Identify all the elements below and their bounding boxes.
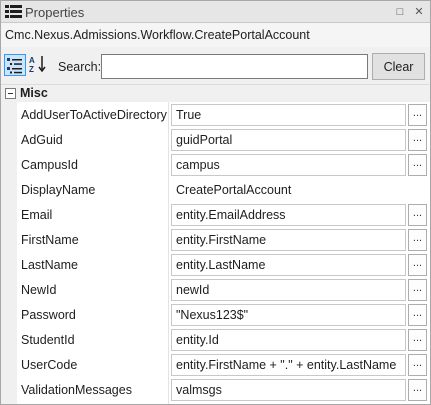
property-row[interactable]: Email entity.EmailAddress ...: [1, 202, 430, 227]
ellipsis-button[interactable]: ...: [408, 254, 427, 276]
svg-text:A: A: [29, 56, 35, 65]
property-name: FirstName: [21, 233, 79, 247]
ellipsis-button[interactable]: ...: [408, 154, 427, 176]
selected-object-name: Cmc.Nexus.Admissions.Workflow.CreatePort…: [5, 28, 310, 42]
property-name: ValidationMessages: [21, 383, 132, 397]
property-row[interactable]: CampusId campus ...: [1, 152, 430, 177]
search-label: Search:: [58, 60, 102, 74]
title-bar[interactable]: Properties □ ✕: [1, 1, 430, 23]
collapse-icon[interactable]: [5, 88, 16, 99]
property-row[interactable]: LastName entity.LastName ...: [1, 252, 430, 277]
property-name: NewId: [21, 283, 57, 297]
categorized-view-icon[interactable]: [4, 54, 26, 76]
ellipsis-button[interactable]: ...: [408, 129, 427, 151]
property-value[interactable]: valmsgs: [171, 379, 406, 401]
property-value[interactable]: guidPortal: [171, 129, 406, 151]
property-value[interactable]: entity.LastName: [171, 254, 406, 276]
property-name: StudentId: [21, 333, 75, 347]
property-value[interactable]: newId: [171, 279, 406, 301]
ellipsis-button[interactable]: ...: [408, 354, 427, 376]
properties-list-icon: [5, 4, 22, 20]
property-name: AddUserToActiveDirectory: [21, 108, 167, 122]
property-name: UserCode: [21, 358, 78, 372]
property-row[interactable]: FirstName entity.FirstName ...: [1, 227, 430, 252]
property-value[interactable]: "Nexus123$": [171, 304, 406, 326]
ellipsis-button[interactable]: ...: [408, 279, 427, 301]
ellipsis-button[interactable]: ...: [408, 304, 427, 326]
property-value[interactable]: True: [171, 104, 406, 126]
property-name: CampusId: [21, 158, 78, 172]
property-row[interactable]: AddUserToActiveDirectory True ...: [1, 102, 430, 127]
ellipsis-button[interactable]: ...: [408, 204, 427, 226]
property-name: LastName: [21, 258, 78, 272]
selected-object-bar: Cmc.Nexus.Admissions.Workflow.CreatePort…: [1, 23, 430, 47]
property-row[interactable]: AdGuid guidPortal ...: [1, 127, 430, 152]
sort-alphabetical-icon[interactable]: A Z: [28, 54, 50, 76]
category-label: Misc: [20, 86, 48, 100]
category-row-misc[interactable]: Misc: [1, 85, 430, 102]
property-row[interactable]: StudentId entity.Id ...: [1, 327, 430, 352]
ellipsis-button[interactable]: ...: [408, 329, 427, 351]
properties-window: Properties □ ✕ Cmc.Nexus.Admissions.Work…: [0, 0, 431, 405]
property-name: DisplayName: [21, 183, 96, 197]
ellipsis-button[interactable]: ...: [408, 229, 427, 251]
property-name: Email: [21, 208, 53, 222]
property-value[interactable]: entity.EmailAddress: [171, 204, 406, 226]
property-row[interactable]: ValidationMessages valmsgs ...: [1, 377, 430, 402]
property-row[interactable]: Password "Nexus123$" ...: [1, 302, 430, 327]
property-row[interactable]: NewId newId ...: [1, 277, 430, 302]
window-title: Properties: [25, 5, 85, 20]
properties-toolbar: A Z Search: Clear: [1, 47, 430, 85]
restore-icon[interactable]: □: [392, 4, 408, 20]
property-value[interactable]: campus: [171, 154, 406, 176]
search-input[interactable]: [101, 54, 368, 79]
property-name: AdGuid: [21, 133, 63, 147]
svg-text:Z: Z: [29, 65, 34, 74]
property-value[interactable]: entity.FirstName: [171, 229, 406, 251]
ellipsis-button[interactable]: ...: [408, 104, 427, 126]
property-value[interactable]: entity.FirstName + "." + entity.LastName: [171, 354, 406, 376]
ellipsis-button[interactable]: ...: [408, 379, 427, 401]
property-name: Password: [21, 308, 76, 322]
property-row[interactable]: UserCode entity.FirstName + "." + entity…: [1, 352, 430, 377]
close-icon[interactable]: ✕: [411, 4, 427, 20]
property-grid: Misc AddUserToActiveDirectory True ... A…: [1, 85, 430, 404]
property-value[interactable]: CreatePortalAccount: [171, 179, 406, 201]
property-row[interactable]: DisplayName CreatePortalAccount: [1, 177, 430, 202]
clear-button[interactable]: Clear: [372, 53, 425, 80]
property-value[interactable]: entity.Id: [171, 329, 406, 351]
